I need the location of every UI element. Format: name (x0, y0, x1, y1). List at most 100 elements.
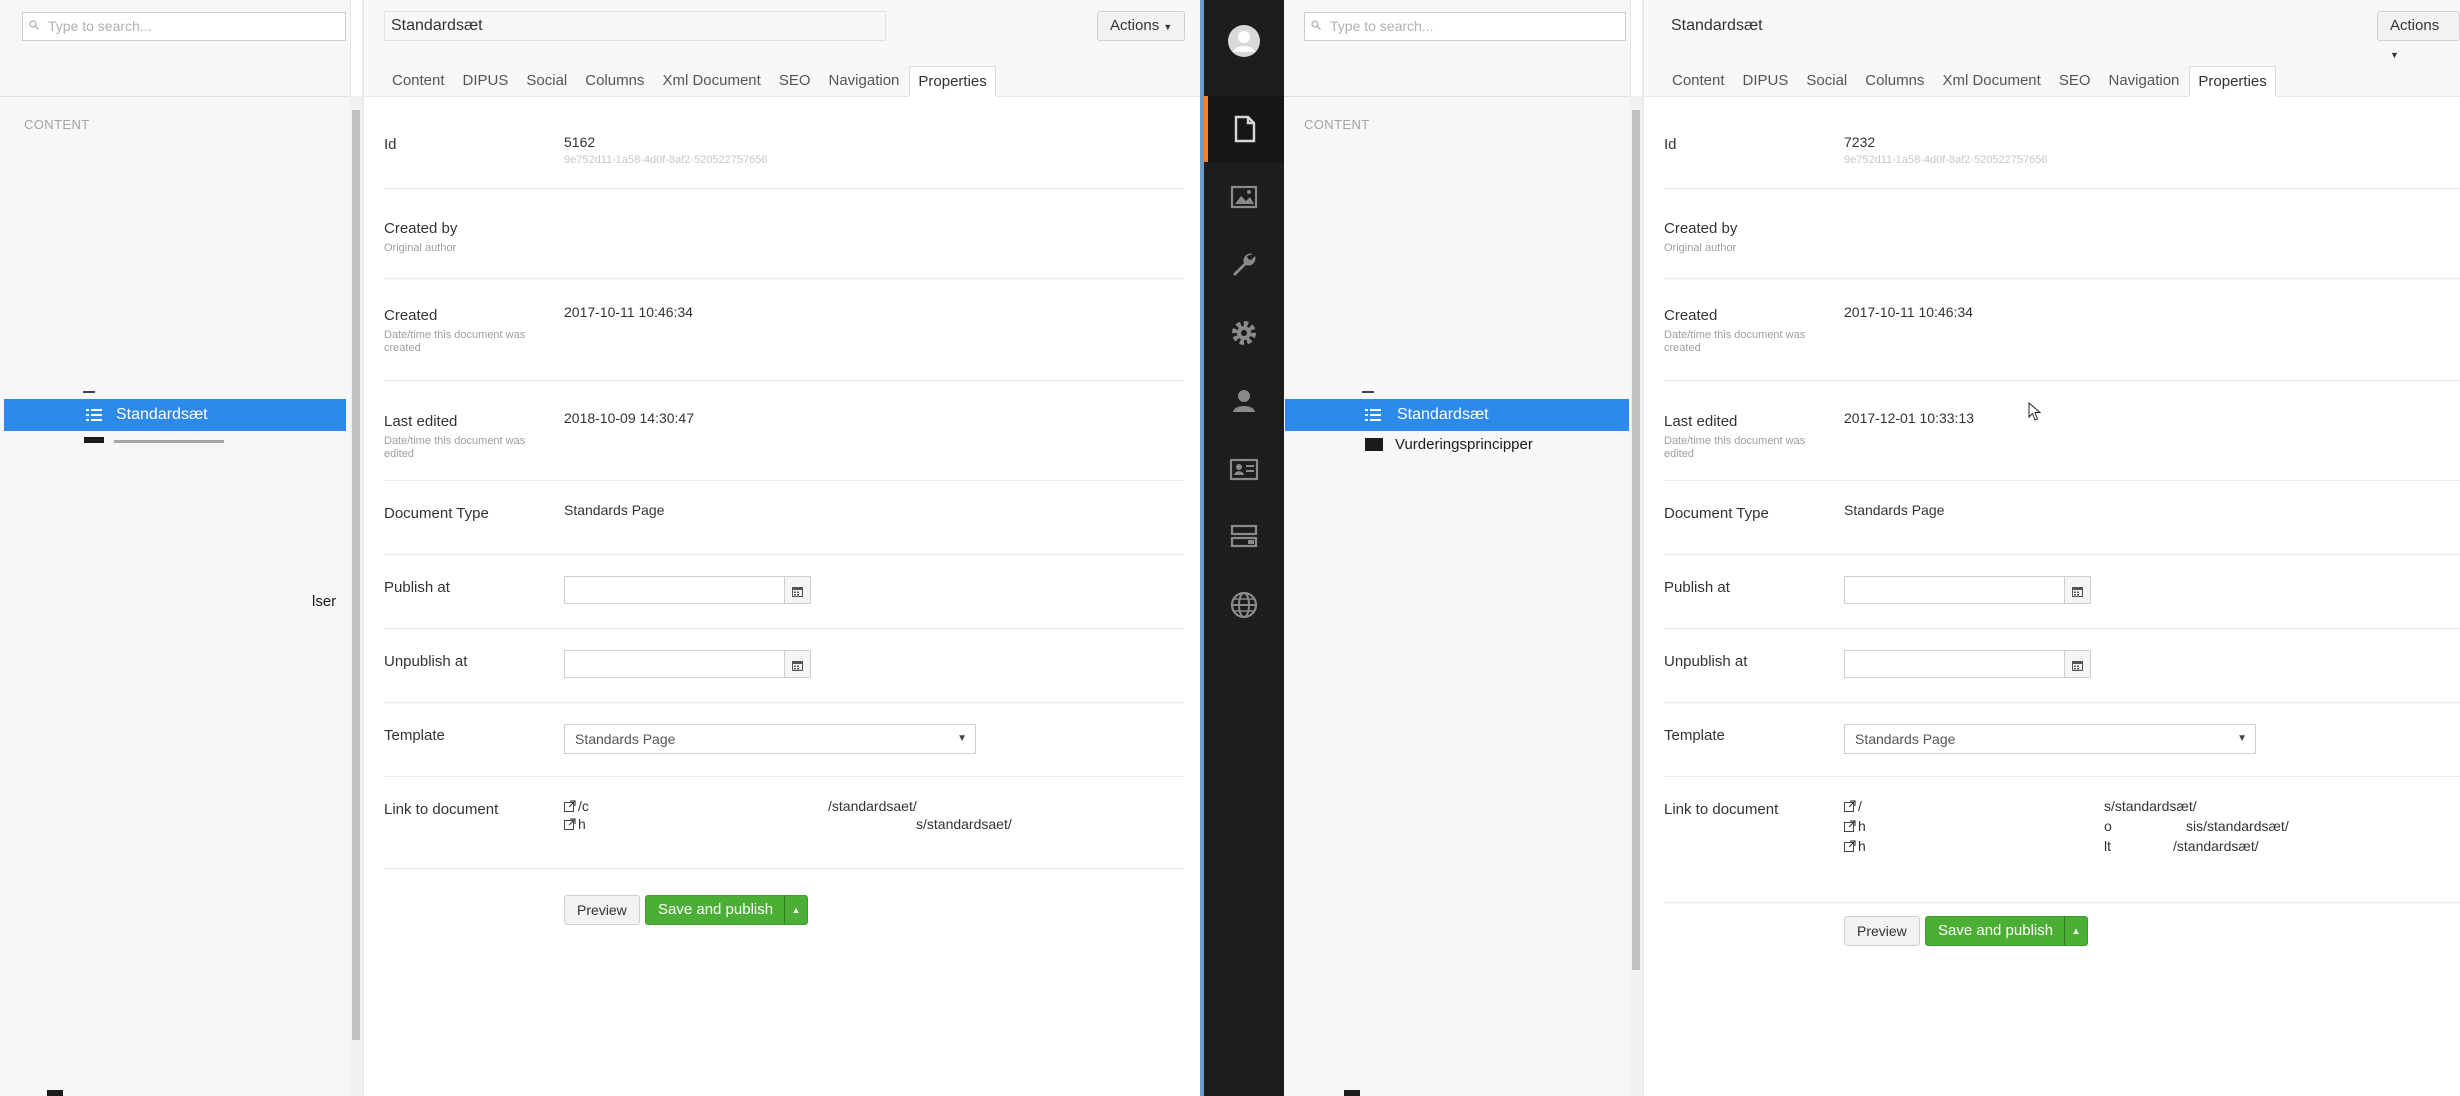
search-icon (1311, 20, 1321, 30)
property-link-to-document: Link to document / s/standardsæt/ h o si… (1664, 776, 2460, 903)
tree-scrollbar-thumb[interactable] (352, 110, 360, 1040)
developer-gear-icon[interactable] (1227, 316, 1261, 350)
tab-columns[interactable]: Columns (577, 66, 652, 97)
unpublish-at-calendar-button[interactable] (2064, 650, 2091, 678)
property-template: Template Standards Page ▼ (384, 702, 1184, 777)
actions-button[interactable]: Actions ▼ (1097, 11, 1186, 41)
property-description: Date/time this document was created (1664, 329, 1806, 354)
property-label: Created (384, 307, 438, 324)
tab-content[interactable]: Content (384, 66, 453, 97)
tab-seo[interactable]: SEO (2051, 66, 2099, 97)
link-part: / (1858, 798, 1862, 814)
tree-item-standardsaet[interactable]: Standardsæt (4, 399, 346, 431)
tree-search-input[interactable]: Type to search... (22, 12, 346, 41)
preview-button[interactable]: Preview (564, 895, 640, 925)
template-select-value: Standards Page (575, 731, 676, 747)
external-link-icon (1844, 800, 1856, 812)
link-part: h (1858, 838, 1866, 854)
tab-columns[interactable]: Columns (1857, 66, 1932, 97)
document-link-middle[interactable]: lt (2104, 838, 2111, 854)
save-and-publish-button[interactable]: Save and publish (645, 895, 787, 925)
tree-line-mark (83, 391, 95, 393)
property-publish-at: Publish at (384, 554, 1184, 629)
publish-options-button[interactable]: ▲ (2064, 916, 2088, 946)
tab-navigation[interactable]: Navigation (2101, 66, 2188, 97)
preview-button[interactable]: Preview (1844, 916, 1920, 946)
users-icon[interactable] (1227, 384, 1261, 418)
property-label: Unpublish at (384, 653, 468, 670)
document-name-input[interactable]: Standardsæt (384, 11, 886, 41)
forms-icon[interactable] (1227, 520, 1261, 554)
editor-header: Standardsæt Actions ▼ Content DIPUS Soci… (1644, 0, 2460, 97)
document-link-tail[interactable]: s/standardsaet/ (916, 816, 1012, 832)
template-select[interactable]: Standards Page ▼ (1844, 724, 2256, 754)
tab-seo[interactable]: SEO (771, 66, 819, 97)
content-tree-panel: Type to search... CONTENT Standardsæt Vu… (1284, 0, 1642, 1096)
tab-dipus[interactable]: DIPUS (455, 66, 517, 97)
property-id: Id 7232 9e752d11-1a58-4d0f-8af2-52052275… (1664, 96, 2460, 189)
property-created-by: Created by Original author (1664, 188, 2460, 279)
editor-tabs: Content DIPUS Social Columns Xml Documen… (384, 66, 998, 97)
document-link-tail[interactable]: /standardsæt/ (2173, 838, 2259, 854)
tree-scrollbar[interactable] (1630, 96, 1642, 1096)
unpublish-at-input[interactable] (564, 650, 785, 678)
tree-item-standardsaet[interactable]: Standardsæt (1285, 399, 1629, 431)
tab-navigation[interactable]: Navigation (821, 66, 908, 97)
link-part: h (1858, 818, 1866, 834)
document-link-middle[interactable]: o (2104, 818, 2112, 834)
caret-down-icon: ▼ (2390, 50, 2399, 60)
tab-dipus[interactable]: DIPUS (1735, 66, 1797, 97)
tab-properties[interactable]: Properties (909, 66, 996, 97)
property-document-type: Document Type Standards Page (1664, 480, 2460, 555)
document-link[interactable]: /c (564, 798, 589, 814)
document-guid: 9e752d11-1a58-4d0f-8af2-520522757656 (1844, 154, 2048, 166)
tab-social[interactable]: Social (518, 66, 575, 97)
tree-divider (0, 96, 350, 97)
content-icon[interactable] (1227, 112, 1261, 146)
document-link[interactable]: / (1844, 798, 1862, 814)
tab-xml-document[interactable]: Xml Document (654, 66, 768, 97)
settings-wrench-icon[interactable] (1227, 248, 1261, 282)
template-select[interactable]: Standards Page ▼ (564, 724, 976, 754)
publish-options-button[interactable]: ▲ (784, 895, 808, 925)
tab-social[interactable]: Social (1798, 66, 1855, 97)
document-link-tail[interactable]: s/standardsæt/ (2104, 798, 2197, 814)
tree-scrollbar-thumb[interactable] (1632, 110, 1640, 970)
publish-at-input[interactable] (564, 576, 785, 604)
document-link-tail[interactable]: /standardsaet/ (828, 798, 917, 814)
publish-at-calendar-button[interactable] (784, 576, 811, 604)
media-icon[interactable] (1227, 180, 1261, 214)
tree-section-label: CONTENT (24, 117, 90, 132)
tab-content[interactable]: Content (1664, 66, 1733, 97)
actions-button[interactable]: Actions ▼ (2377, 11, 2460, 60)
property-label: Link to document (384, 801, 499, 818)
document-link[interactable]: h (1844, 838, 1866, 854)
publish-at-input[interactable] (1844, 576, 2065, 604)
members-icon[interactable] (1227, 452, 1261, 486)
unpublish-at-calendar-button[interactable] (784, 650, 811, 678)
property-link-to-document: Link to document /c /standardsaet/ h s/s… (384, 776, 1184, 869)
property-last-edited: Last edited Date/time this document was … (384, 380, 1184, 481)
avatar-icon[interactable] (1227, 24, 1261, 58)
tree-scrollbar[interactable] (350, 96, 362, 1096)
save-and-publish-button[interactable]: Save and publish (1925, 916, 2067, 946)
publish-at-calendar-button[interactable] (2064, 576, 2091, 604)
property-label: Last edited (1664, 413, 1738, 430)
property-last-edited: Last edited Date/time this document was … (1664, 380, 2460, 481)
document-link[interactable]: h (1844, 818, 1866, 834)
tree-search-input[interactable]: Type to search... (1304, 12, 1626, 41)
document-link[interactable]: h (564, 816, 586, 832)
unpublish-at-input[interactable] (1844, 650, 2065, 678)
tab-properties[interactable]: Properties (2189, 66, 2276, 97)
document-editor: Standardsæt Actions ▼ Content DIPUS Soci… (1644, 0, 2460, 1096)
caret-down-icon: ▼ (1163, 22, 1173, 32)
caret-down-icon: ▼ (957, 733, 967, 744)
document-link-tail[interactable]: sis/standardsæt/ (2186, 818, 2289, 834)
document-name-input[interactable]: Standardsæt (1664, 11, 2094, 41)
property-label: Created by (1664, 220, 1738, 237)
tree-line-mark (1362, 391, 1374, 393)
translation-globe-icon[interactable] (1227, 588, 1261, 622)
template-select-value: Standards Page (1855, 731, 1956, 747)
tab-xml-document[interactable]: Xml Document (1934, 66, 2048, 97)
property-template: Template Standards Page ▼ (1664, 702, 2460, 777)
